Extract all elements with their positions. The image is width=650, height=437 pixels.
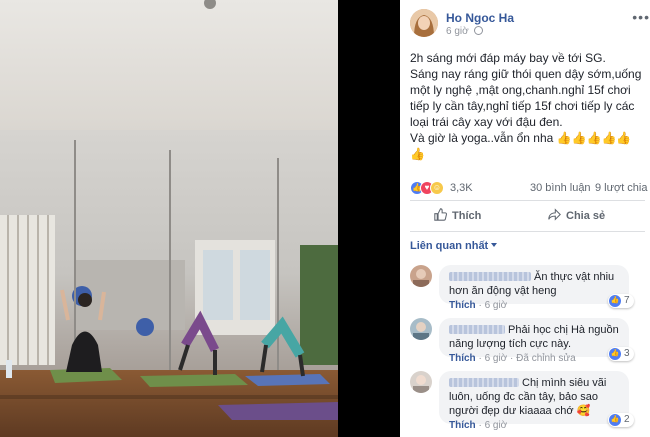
comment-actions: Thích · 6 giờ	[449, 300, 508, 311]
like-icon: 👍	[609, 414, 621, 426]
comment-reaction-count[interactable]: 👍 2	[608, 413, 634, 427]
comment-actions: Thích · 6 giờ	[449, 420, 508, 431]
comment-reaction-count[interactable]: 👍 7	[608, 294, 634, 308]
globe-icon	[474, 26, 484, 35]
thumbs-up-icon	[434, 208, 447, 221]
yoga-studio-photo	[0, 0, 338, 437]
like-icon: 👍	[609, 348, 621, 360]
comment-time[interactable]: 6 giờ	[485, 420, 508, 431]
divider	[410, 231, 645, 232]
comment-reaction-number: 2	[624, 414, 630, 425]
post-paragraph: Và giờ là yoga..vẫn ổn nha 👍👍👍👍👍👍	[410, 131, 632, 161]
timestamp-text[interactable]: 6 giờ	[446, 26, 469, 37]
comment-like-link[interactable]: Thích	[449, 300, 476, 311]
comment-actions: Thích · 6 giờ · Đã chỉnh sửa	[449, 353, 576, 364]
post-paragraph: 2h sáng mới đáp máy bay về tới SG.	[410, 51, 606, 65]
post-message: 2h sáng mới đáp máy bay về tới SG. Sáng …	[410, 50, 646, 162]
like-button[interactable]: Thích	[434, 208, 481, 228]
reaction-summary: 👍 ♥ ☺ 3,3K 30 bình luận 9 lượt chia sẻ	[410, 180, 650, 196]
edited-label[interactable]: Đã chỉnh sửa	[516, 353, 576, 364]
comment-like-link[interactable]: Thích	[449, 353, 476, 364]
more-options-button[interactable]: •••	[632, 9, 650, 25]
post-photo[interactable]	[0, 0, 338, 437]
comment-reaction-number: 7	[624, 295, 630, 306]
comment-reaction-number: 3	[624, 348, 630, 359]
post-panel: Ho Ngoc Ha 6 giờ ••• 2h sáng mới đáp máy…	[338, 0, 650, 437]
comment-reaction-count[interactable]: 👍 3	[608, 347, 634, 361]
sort-label: Liên quan nhất	[410, 240, 489, 252]
post-timestamp[interactable]: 6 giờ	[446, 26, 484, 37]
blurred-commenter-name[interactable]	[449, 272, 531, 281]
comment-bubble: Phải học chị Hà nguồn năng lượng tích cự…	[439, 318, 629, 357]
comment-time[interactable]: 6 giờ	[485, 300, 508, 311]
reaction-count[interactable]: 3,3K	[450, 182, 473, 194]
commenter-avatar[interactable]	[410, 371, 432, 393]
post-paragraph: Sáng nay ráng giữ thói quen dậy sớm,uống…	[410, 67, 642, 129]
commenter-avatar[interactable]	[410, 318, 432, 340]
like-icon: 👍	[609, 295, 621, 307]
comment-sort-dropdown[interactable]: Liên quan nhất	[410, 240, 498, 252]
blurred-commenter-name[interactable]	[449, 325, 505, 334]
divider	[410, 200, 645, 201]
like-label: Thích	[452, 210, 482, 222]
blurred-commenter-name[interactable]	[449, 378, 519, 387]
post-header: Ho Ngoc Ha 6 giờ •••	[410, 9, 650, 39]
share-count[interactable]: 9 lượt chia sẻ	[595, 182, 650, 194]
commenter-avatar[interactable]	[410, 265, 432, 287]
share-label: Chia sẻ	[566, 210, 606, 222]
comment-like-link[interactable]: Thích	[449, 420, 476, 431]
comment-bubble: Chị mình siêu vãi luôn, uống đc cần tây,…	[439, 371, 629, 424]
comment-bubble: Ăn thực vật nhiu hơn ăn động vật heng	[439, 265, 629, 304]
share-button[interactable]: Chia sẻ	[548, 208, 605, 228]
caret-down-icon	[491, 243, 498, 247]
comment-time[interactable]: 6 giờ	[485, 353, 508, 364]
share-arrow-icon	[548, 208, 561, 221]
author-avatar[interactable]	[410, 9, 438, 37]
comment-count[interactable]: 30 bình luận	[530, 182, 591, 194]
haha-icon: ☺	[430, 181, 444, 195]
author-name[interactable]: Ho Ngoc Ha	[446, 11, 514, 25]
